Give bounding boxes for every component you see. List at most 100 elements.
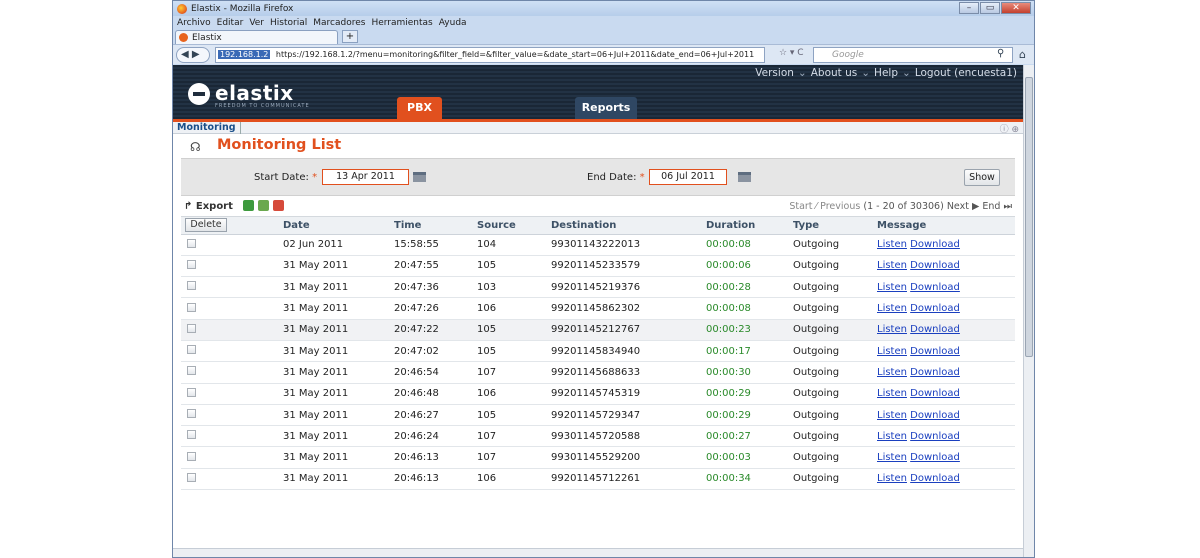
download-link[interactable]: Download	[910, 324, 960, 335]
destination-cell: 99201145745319	[547, 383, 702, 405]
download-link[interactable]: Download	[910, 473, 960, 484]
search-icon[interactable]: ⚲	[997, 48, 1004, 59]
row-checkbox[interactable]	[187, 451, 196, 461]
elastix-logo[interactable]: elastix	[215, 81, 294, 105]
column-header-time[interactable]: Time	[390, 217, 473, 235]
listen-link[interactable]: Listen	[877, 367, 907, 378]
listen-link[interactable]: Listen	[877, 239, 907, 250]
listen-link[interactable]: Listen	[877, 452, 907, 463]
download-link[interactable]: Download	[910, 239, 960, 250]
submenu-item-monitoring[interactable]: Monitoring	[177, 122, 241, 134]
row-checkbox[interactable]	[187, 387, 196, 397]
listen-link[interactable]: Listen	[877, 324, 907, 335]
checkbox-cell	[181, 319, 279, 341]
start-calendar-icon[interactable]	[413, 172, 426, 182]
row-checkbox[interactable]	[187, 345, 196, 355]
row-checkbox[interactable]	[187, 323, 196, 333]
duration-cell: 00:00:29	[702, 383, 789, 405]
export-text-icon[interactable]	[258, 200, 269, 211]
new-tab-button[interactable]: +	[342, 30, 358, 43]
pager-end[interactable]: End	[982, 201, 1000, 212]
row-checkbox[interactable]	[187, 430, 196, 440]
reload-icon[interactable]: ☆ ▾ C	[779, 48, 804, 58]
column-header-destination[interactable]: Destination	[547, 217, 702, 235]
date-cell: 31 May 2011	[279, 425, 390, 448]
end-date-input[interactable]: 06 Jul 2011	[649, 169, 727, 185]
url-bar[interactable]: 192.168.1.2 https://192.168.1.2/?menu=mo…	[215, 47, 765, 63]
pager-next[interactable]: Next	[947, 201, 969, 212]
back-arrow-icon[interactable]: ◀	[181, 49, 189, 60]
delete-button[interactable]: Delete	[185, 218, 227, 233]
pager-start[interactable]: Start	[789, 201, 812, 212]
download-link[interactable]: Download	[910, 282, 960, 293]
version-link[interactable]: Version	[755, 67, 794, 79]
row-checkbox[interactable]	[187, 409, 196, 419]
export-pdf-icon[interactable]	[273, 200, 284, 211]
export-spreadsheet-icon[interactable]	[243, 200, 254, 211]
row-checkbox[interactable]	[187, 281, 196, 291]
column-header-duration[interactable]: Duration	[702, 217, 789, 235]
column-header-source[interactable]: Source	[473, 217, 547, 235]
listen-link[interactable]: Listen	[877, 282, 907, 293]
download-link[interactable]: Download	[910, 410, 960, 421]
duration-cell: 00:00:17	[702, 340, 789, 363]
download-link[interactable]: Download	[910, 431, 960, 442]
menu-historial[interactable]: Historial	[270, 18, 307, 28]
type-cell: Outgoing	[789, 234, 873, 256]
message-cell: Listen Download	[873, 404, 1015, 427]
help-link[interactable]: Help	[874, 67, 898, 79]
download-link[interactable]: Download	[910, 367, 960, 378]
show-button[interactable]: Show	[964, 169, 1000, 186]
destination-cell: 99301145529200	[547, 446, 702, 469]
message-cell: Listen Download	[873, 276, 1015, 299]
download-link[interactable]: Download	[910, 452, 960, 463]
home-icon[interactable]: ⌂	[1019, 48, 1026, 61]
row-checkbox[interactable]	[187, 366, 196, 376]
menu-ver[interactable]: Ver	[249, 18, 264, 28]
back-forward-buttons[interactable]: ◀ ▶	[176, 47, 210, 63]
column-header-message[interactable]: Message	[873, 217, 1015, 235]
source-cell: 107	[473, 425, 547, 448]
start-date-input[interactable]: 13 Apr 2011	[322, 169, 409, 185]
maximize-button[interactable]: ▭	[980, 2, 1000, 14]
vertical-scrollbar[interactable]	[1023, 65, 1034, 557]
listen-link[interactable]: Listen	[877, 388, 907, 399]
pager-previous[interactable]: Previous	[820, 201, 860, 212]
listen-link[interactable]: Listen	[877, 410, 907, 421]
browser-tab-elastix[interactable]: Elastix	[175, 30, 338, 44]
row-checkbox[interactable]	[187, 259, 196, 269]
about-us-link[interactable]: About us	[811, 67, 858, 79]
menu-herramientas[interactable]: Herramientas	[371, 18, 432, 28]
row-checkbox[interactable]	[187, 302, 196, 312]
tab-pbx[interactable]: PBX	[397, 97, 442, 119]
download-link[interactable]: Download	[910, 260, 960, 271]
end-calendar-icon[interactable]	[738, 172, 751, 182]
column-header-date[interactable]: Date	[279, 217, 390, 235]
listen-link[interactable]: Listen	[877, 431, 907, 442]
listen-link[interactable]: Listen	[877, 346, 907, 357]
row-checkbox[interactable]	[187, 238, 196, 248]
listen-link[interactable]: Listen	[877, 303, 907, 314]
listen-link[interactable]: Listen	[877, 260, 907, 271]
search-input[interactable]: Google	[813, 47, 1013, 63]
menu-ayuda[interactable]: Ayuda	[439, 18, 467, 28]
menu-archivo[interactable]: Archivo	[177, 18, 211, 28]
destination-cell: 99201145729347	[547, 404, 702, 427]
download-link[interactable]: Download	[910, 388, 960, 399]
column-header-type[interactable]: Type	[789, 217, 873, 235]
monitoring-icon: ☊	[190, 140, 201, 154]
minimize-button[interactable]: –	[959, 2, 979, 14]
menu-editar[interactable]: Editar	[217, 18, 244, 28]
menu-marcadores[interactable]: Marcadores	[313, 18, 365, 28]
row-checkbox[interactable]	[187, 472, 196, 482]
download-link[interactable]: Download	[910, 303, 960, 314]
close-window-button[interactable]: ✕	[1001, 2, 1031, 14]
scroll-thumb[interactable]	[1025, 77, 1033, 357]
horizontal-scrollbar[interactable]	[173, 548, 1023, 557]
forward-arrow-icon[interactable]: ▶	[192, 49, 200, 60]
tab-reports[interactable]: Reports	[575, 97, 637, 119]
logout-link[interactable]: Logout (encuesta1)	[915, 67, 1017, 79]
listen-link[interactable]: Listen	[877, 473, 907, 484]
end-date-label: End Date: *	[587, 172, 645, 183]
download-link[interactable]: Download	[910, 346, 960, 357]
